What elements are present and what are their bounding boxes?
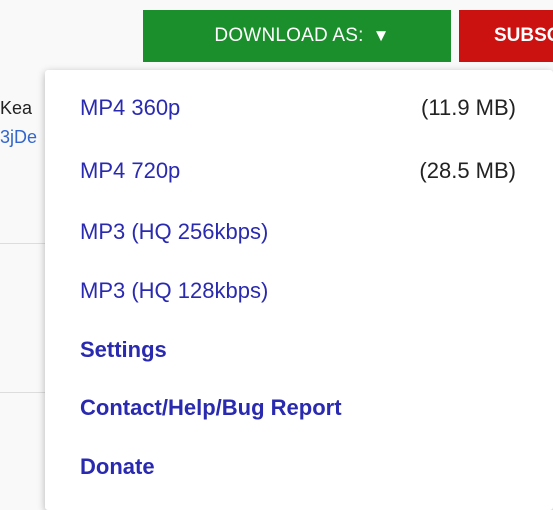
file-size-label: (11.9 MB) xyxy=(421,95,516,120)
menu-item-settings[interactable]: Settings xyxy=(80,337,167,363)
menu-item-mp3-256kbps[interactable]: MP3 (HQ 256kbps) xyxy=(80,219,268,245)
download-as-button[interactable]: DOWNLOAD AS: ▼ xyxy=(143,10,451,62)
menu-item-contact-help-bug-report[interactable]: Contact/Help/Bug Report xyxy=(80,395,342,421)
subscribe-button[interactable]: SUBSCRIBE xyxy=(459,10,553,62)
download-dropdown-menu: MP4 360p (11.9 MB) MP4 720p (28.5 MB) MP… xyxy=(45,70,553,510)
download-as-label: DOWNLOAD AS: xyxy=(214,25,364,46)
menu-item-label: MP4 720p xyxy=(80,158,181,183)
background-video-title-fragment: Kea xyxy=(0,98,33,118)
menu-item-donate[interactable]: Donate xyxy=(80,454,155,480)
background-channel-link-fragment[interactable]: 3jDe xyxy=(0,127,37,148)
subscribe-label: SUBSCRIBE xyxy=(494,25,553,46)
menu-item-mp3-128kbps[interactable]: MP3 (HQ 128kbps) xyxy=(80,278,268,304)
dropdown-arrow-icon: ▼ xyxy=(372,26,390,45)
menu-item-mp4-720p[interactable]: MP4 720p (28.5 MB) xyxy=(80,158,516,184)
menu-item-mp4-360p[interactable]: MP4 360p (11.9 MB) xyxy=(80,95,516,121)
file-size-label: (28.5 MB) xyxy=(419,158,516,183)
menu-item-label: MP4 360p xyxy=(80,95,181,120)
